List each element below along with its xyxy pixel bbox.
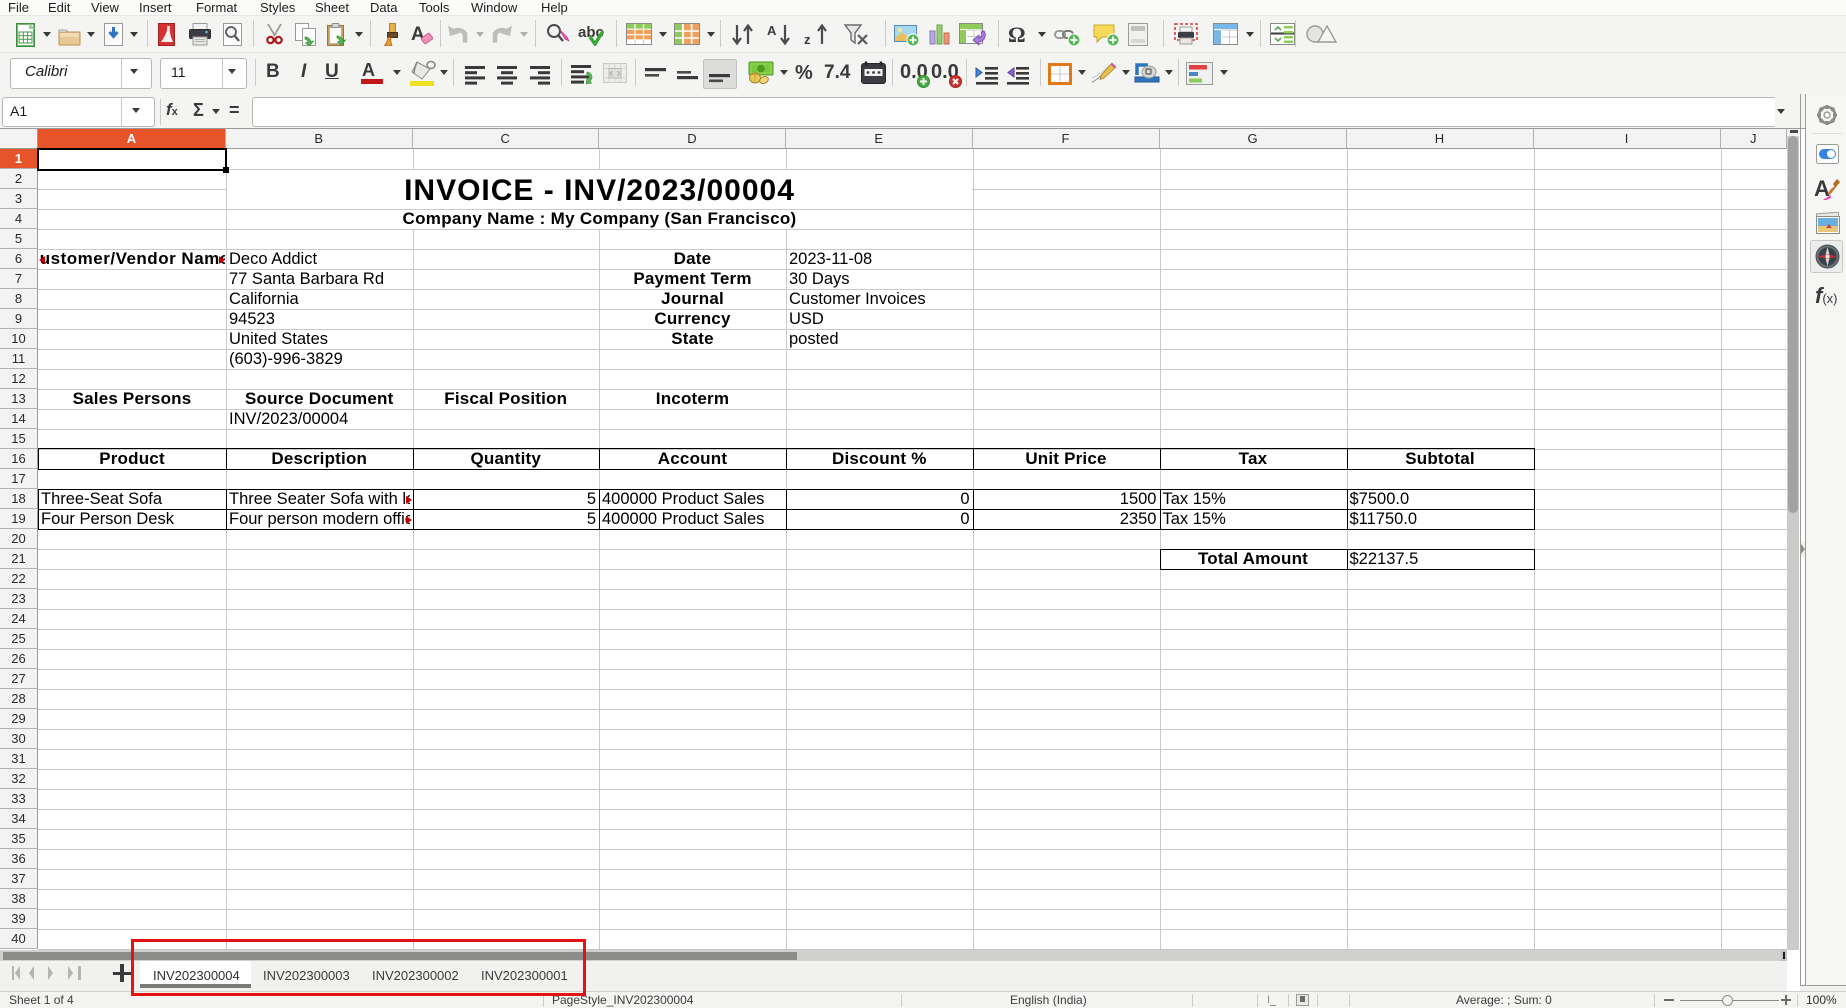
- svg-text:z: z: [804, 32, 811, 46]
- svg-text:A: A: [1814, 176, 1830, 201]
- svg-text:Ω: Ω: [1008, 23, 1026, 46]
- svg-text:A: A: [767, 23, 777, 38]
